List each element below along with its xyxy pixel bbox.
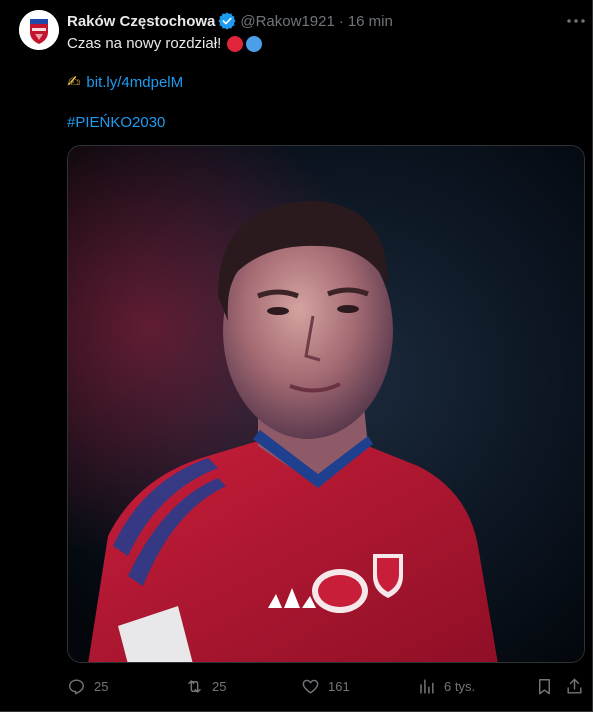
share-button[interactable]: [565, 676, 592, 696]
tweet-card[interactable]: Raków Częstochowa @Rakow1921 · 16 min Cz…: [0, 0, 593, 712]
separator: ·: [338, 12, 344, 30]
handle[interactable]: @Rakow1921: [240, 13, 334, 30]
repost-icon: [188, 679, 201, 693]
views-icon: [420, 678, 434, 694]
repost-button[interactable]: 25: [185, 676, 226, 696]
verified-badge-icon: [218, 12, 236, 30]
red-circle-icon: [227, 36, 244, 52]
tweet-text-main: Czas na nowy rozdział!: [67, 35, 222, 52]
hashtag-link[interactable]: #PIEŃKO2030: [67, 113, 165, 133]
reply-count: 25: [94, 678, 109, 694]
bookmark-button[interactable]: [535, 676, 562, 696]
reply-icon: [69, 678, 84, 694]
blue-circle-icon: [246, 36, 263, 52]
tweet-media-video[interactable]: [67, 145, 585, 663]
tweet-link-line: ✍ bit.ly/4mdpelM: [67, 73, 183, 93]
club-crest-icon: [19, 10, 59, 50]
views-button[interactable]: 6 tys.: [417, 676, 475, 696]
reply-button[interactable]: 25: [67, 676, 108, 696]
timestamp[interactable]: 16 min: [348, 13, 393, 30]
display-name[interactable]: Raków Częstochowa: [67, 13, 215, 30]
avatar[interactable]: [19, 10, 59, 50]
tweet-header: Raków Częstochowa @Rakow1921 · 16 min: [67, 11, 393, 31]
like-icon: [302, 679, 319, 694]
writing-hand-icon: ✍: [67, 74, 81, 91]
tweet-text: Czas na nowy rozdział!: [67, 34, 263, 54]
share-icon: [567, 678, 582, 694]
repost-count: 25: [212, 678, 227, 694]
views-count: 6 tys.: [444, 678, 476, 694]
bookmark-icon: [539, 678, 550, 694]
player-photo: [68, 146, 584, 662]
like-button[interactable]: 161: [301, 676, 350, 696]
more-icon[interactable]: [565, 12, 587, 30]
action-bar: 25 25 161 6 tys.: [67, 676, 585, 698]
like-count: 161: [328, 678, 350, 694]
tweet-link[interactable]: bit.ly/4mdpelM: [86, 73, 183, 93]
